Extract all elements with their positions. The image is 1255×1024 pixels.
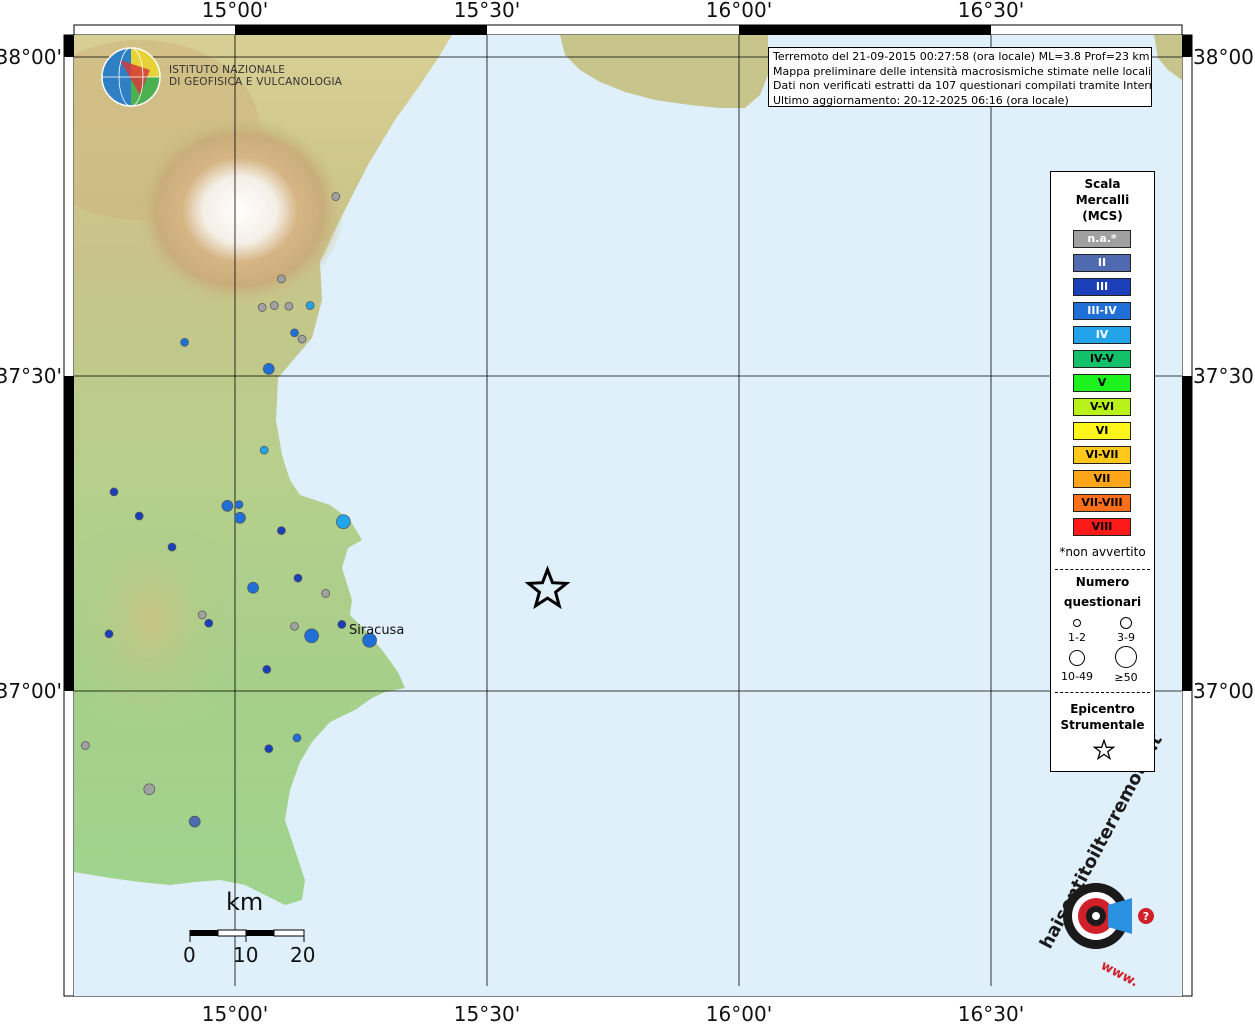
mount-etna xyxy=(135,115,345,305)
lon-label-bottom: 16°30' xyxy=(958,1002,1024,1024)
legend-title-questionari: questionari xyxy=(1063,595,1142,609)
lat-label-right: 38°00' xyxy=(1193,45,1255,69)
legend-divider xyxy=(1055,692,1150,693)
observation-point xyxy=(221,500,234,512)
observation-point xyxy=(197,610,207,620)
scale-item: IV xyxy=(1073,326,1131,344)
observation-point xyxy=(262,665,272,674)
institute-line1: ISTITUTO NAZIONALE xyxy=(169,64,286,76)
scale-item: III-IV xyxy=(1073,302,1131,320)
lon-label-top: 16°30' xyxy=(958,0,1024,22)
size-label: ≥50 xyxy=(1114,671,1138,684)
observation-point xyxy=(247,581,259,594)
observation-point xyxy=(337,620,347,629)
scale-item: V-VI xyxy=(1073,398,1131,416)
legend-title-mcs: (MCS) xyxy=(1082,209,1123,223)
size-circle-xlarge xyxy=(1115,646,1137,668)
scalebar-tick: 0 xyxy=(183,943,196,967)
svg-text:?: ? xyxy=(1143,910,1149,923)
observation-point xyxy=(109,487,119,497)
observation-point xyxy=(234,512,246,524)
event-info-line3: Dati non verificati estratti da 107 ques… xyxy=(773,79,1152,92)
lat-label-left: 37°30' xyxy=(0,364,62,388)
size-circle-small xyxy=(1073,619,1081,627)
observation-point xyxy=(292,733,302,743)
legend: Scala Mercalli (MCS) n.a.* II III III-IV IV I… xyxy=(1050,171,1155,772)
legend-title-strumentale: Strumentale xyxy=(1060,718,1145,732)
scale-item: VIII xyxy=(1073,518,1131,536)
lat-label-left: 37°00' xyxy=(0,679,62,703)
observation-point xyxy=(80,741,90,750)
hyblaean-hills xyxy=(74,500,240,740)
scale-item: n.a.* xyxy=(1073,230,1131,248)
observation-point xyxy=(259,445,269,455)
size-circle-medium xyxy=(1120,617,1132,629)
lon-label-bottom: 15°30' xyxy=(454,1002,520,1024)
lon-label-bottom: 16°00' xyxy=(706,1002,772,1024)
observation-point xyxy=(104,629,114,639)
lon-label-bottom: 15°00' xyxy=(202,1002,268,1024)
ingv-logo-icon xyxy=(101,47,161,107)
size-label: 10-49 xyxy=(1061,670,1093,683)
observation-point xyxy=(188,815,201,828)
observation-point xyxy=(277,526,286,535)
observation-point xyxy=(143,783,156,796)
scalebar-tick: 20 xyxy=(290,943,316,967)
observation-point xyxy=(277,274,286,284)
lat-label-right: 37°00' xyxy=(1193,679,1255,703)
observation-point xyxy=(180,337,189,347)
lon-label-top: 16°00' xyxy=(706,0,772,22)
scale-item: III xyxy=(1073,278,1131,296)
lat-label-right: 37°30' xyxy=(1193,364,1255,388)
event-info-line2: Mappa preliminare delle intensità macros… xyxy=(773,64,1152,78)
event-info-box: Terremoto del 21-09-2015 00:27:58 (ora l… xyxy=(768,47,1152,107)
scale-item: VII-VIII xyxy=(1073,494,1131,512)
size-label: 1-2 xyxy=(1068,631,1086,644)
institute-name: ISTITUTO NAZIONALE DI GEOFISICA E VULCAN… xyxy=(169,64,342,88)
observation-point xyxy=(269,301,279,310)
observation-point xyxy=(262,363,275,375)
scale-item: IV-V xyxy=(1073,350,1131,368)
observation-point xyxy=(305,301,315,310)
event-info-line1: Terremoto del 21-09-2015 00:27:58 (ora l… xyxy=(773,50,1150,63)
observation-point xyxy=(290,328,299,338)
observation-point xyxy=(331,192,341,201)
scale-item: V xyxy=(1073,374,1131,392)
observation-point xyxy=(297,334,307,344)
legend-title-numero: Numero xyxy=(1075,575,1130,589)
observation-point xyxy=(336,514,351,530)
event-info-line4: Ultimo aggiornamento: 20-12-2025 06:16 (… xyxy=(773,93,1069,107)
size-circle-large xyxy=(1069,650,1085,666)
legend-title-epicentro: Epicentro xyxy=(1070,702,1135,716)
scale-item: VII xyxy=(1073,470,1131,488)
observation-point xyxy=(134,511,144,521)
legend-star-icon xyxy=(1093,739,1115,761)
legend-title-scala: Scala xyxy=(1084,177,1121,191)
scalebar-tick: 10 xyxy=(233,943,259,967)
observation-point xyxy=(293,573,303,583)
legend-divider xyxy=(1055,569,1150,570)
city-label-siracusa: Siracusa xyxy=(349,623,405,638)
scalebar-title: km xyxy=(226,888,264,916)
legend-title-mercalli: Mercalli xyxy=(1075,193,1130,207)
observation-point xyxy=(290,621,299,631)
observation-point xyxy=(234,500,244,509)
observation-point xyxy=(167,542,177,552)
scale-item: VI-VII xyxy=(1073,446,1131,464)
observation-point xyxy=(321,589,331,598)
institute-line2: DI GEOFISICA E VULCANOLOGIA xyxy=(169,76,343,88)
observation-point xyxy=(257,303,267,312)
lon-label-top: 15°00' xyxy=(202,0,268,22)
scale-item: VI xyxy=(1073,422,1131,440)
size-label: 3-9 xyxy=(1117,631,1135,644)
observation-point xyxy=(264,744,274,754)
observation-point xyxy=(304,628,319,644)
lon-label-top: 15°30' xyxy=(454,0,520,22)
not-felt-note: *non avvertito xyxy=(1059,545,1146,559)
scale-item: II xyxy=(1073,254,1131,272)
lat-label-left: 38°00' xyxy=(0,45,62,69)
observation-point xyxy=(284,301,294,311)
observation-point xyxy=(204,618,214,628)
